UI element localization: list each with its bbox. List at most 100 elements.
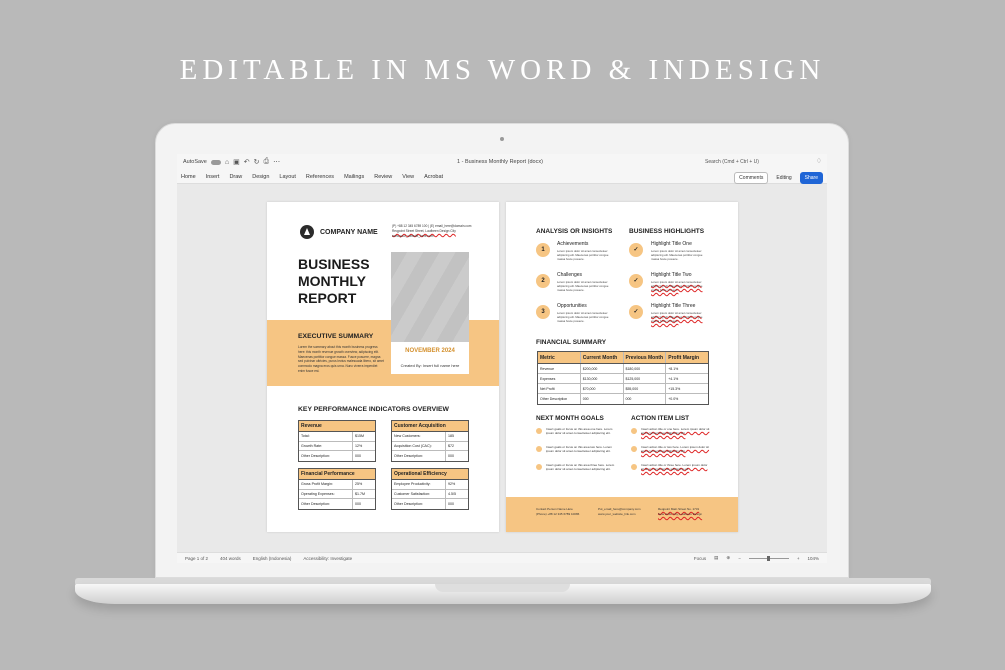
kpi-row: Other Description: 000 (392, 451, 468, 461)
analysis-item-text: Lorem ipsum dolor sit amet consectetuer … (557, 249, 609, 261)
kpi-label: Other Description: (392, 499, 446, 509)
kpi-value: 185 (448, 434, 454, 439)
document-title[interactable]: 1 - Business Monthly Report (docx) (457, 159, 543, 165)
created-by: Created By: Insert full name here (400, 363, 460, 368)
company-logo-icon (300, 225, 314, 239)
highlight-text: Lorem ipsum dolor sit amet consectetuer … (651, 280, 703, 292)
title-line: BUSINESS (298, 256, 370, 272)
tab-home[interactable]: Home (181, 174, 196, 180)
footer-address: Reqpoint Main Street No. 1731 New Hoffe … (658, 507, 702, 517)
tab-design[interactable]: Design (252, 174, 269, 180)
check-icon: ✓ (629, 274, 643, 288)
kpi-row: Customer Satisfaction: 4.5/5 (392, 489, 468, 499)
accessibility-status[interactable]: Accessibility: Investigate (303, 556, 352, 561)
goal-text: Insert goals or focus on this area one h… (546, 427, 613, 435)
table-cell: +4.1% (668, 376, 679, 381)
kpi-row: Gross Profit Margin: 25% (299, 480, 375, 490)
word-count[interactable]: 404 words (220, 556, 241, 561)
tab-mailings[interactable]: Mailings (344, 174, 364, 180)
kpi-value: 4.5/5 (448, 491, 456, 496)
tab-layout[interactable]: Layout (279, 174, 296, 180)
footer-line: New Hoffe City, Laufbeen Design (658, 512, 703, 516)
table-cell: $130,000 (581, 374, 624, 383)
tab-references[interactable]: References (306, 174, 334, 180)
print-icon[interactable]: ⎙ (263, 158, 269, 166)
page-count[interactable]: Page 1 of 2 (185, 556, 208, 561)
document-page-2[interactable]: ANALYSIS OR INSIGHTS BUSINESS HIGHLIGHTS… (506, 202, 738, 532)
kpi-value: $1.7M (355, 491, 365, 496)
save-icon[interactable]: ▣ (233, 158, 240, 166)
more-icon[interactable]: ⋯ (273, 158, 280, 166)
feedback-icon[interactable]: ♢ (816, 157, 822, 165)
zoom-slider[interactable] (748, 555, 789, 561)
zoom-level[interactable]: 104% (807, 556, 819, 561)
image-placeholder (391, 252, 469, 345)
check-icon: ✓ (629, 243, 643, 257)
print-layout-icon[interactable]: ▤ (714, 555, 718, 561)
web-layout-icon[interactable]: ⊕ (726, 555, 730, 561)
autosave-toggle[interactable] (210, 159, 221, 165)
analysis-item-text: Lorem ipsum dolor sit amet consectetuer … (557, 311, 609, 323)
camera-icon (500, 137, 504, 141)
analysis-number: 2 (536, 274, 550, 288)
kpi-label: Acquisition Cost (CAC): (392, 441, 446, 450)
search-input[interactable]: Search (Cmd + Ctrl + U) (705, 159, 759, 165)
financial-table: Metric Current Month Previous Month Prof… (537, 351, 709, 405)
analysis-item-title: Challenges (557, 272, 583, 278)
language[interactable]: English (Indonesia) (253, 556, 292, 561)
comments-button[interactable]: Comments (734, 172, 769, 184)
kpi-value: 92% (448, 482, 456, 487)
table-cell: $55,000 (624, 384, 667, 393)
kpi-value: $72 (448, 443, 454, 448)
kpi-label: Operating Expenses: (299, 489, 353, 498)
kpi-label: Total: (299, 432, 353, 441)
kpi-row: Other Description: 000 (299, 451, 375, 461)
redo-icon[interactable]: ↻ (254, 158, 260, 166)
zoom-in-icon[interactable]: + (797, 556, 800, 561)
action-text: Insert action title or one here. Lorem i… (641, 427, 710, 435)
tab-insert[interactable]: Insert (206, 174, 220, 180)
contact-info: (P) +88 12 345 6789 100 | (E) email_here… (392, 224, 482, 239)
tab-acrobat[interactable]: Acrobat (424, 174, 443, 180)
bullet-icon (631, 464, 637, 470)
executive-summary-text: Lorem the summary about this month busin… (298, 345, 384, 373)
headline: EDITABLE IN MS WORD & INDESIGN (179, 54, 826, 86)
title-line: MONTHLY (298, 273, 366, 289)
tab-draw[interactable]: Draw (229, 174, 242, 180)
table-cell: $200,000 (581, 364, 624, 373)
kpi-title: KEY PERFORMANCE INDICATORS OVERVIEW (298, 406, 449, 413)
table-row: Revenue $200,000 $180,000 +8.1% (538, 364, 708, 374)
document-page-1[interactable]: COMPANY NAME (P) +88 12 345 6789 100 | (… (267, 202, 499, 532)
kpi-row: New Customers: 185 (392, 432, 468, 442)
column-header: Current Month (581, 352, 624, 363)
table-row: Expenses $130,000 $125,000 +4.1% (538, 374, 708, 384)
share-button[interactable]: Share (799, 172, 823, 184)
tab-review[interactable]: Review (374, 174, 392, 180)
kpi-value: 000 (448, 501, 454, 506)
table-cell: +15.3% (668, 386, 681, 391)
financial-summary-title: FINANCIAL SUMMARY (536, 339, 607, 346)
home-icon[interactable]: ⌂ (225, 159, 229, 166)
kpi-label: Customer Satisfaction: (392, 489, 446, 498)
company-name: COMPANY NAME (320, 229, 378, 236)
kpi-header: Financial Performance (299, 469, 375, 480)
kpi-header: Operational Efficiency (392, 469, 468, 480)
next-month-goals-title: NEXT MONTH GOALS (536, 415, 604, 422)
tab-view[interactable]: View (402, 174, 414, 180)
kpi-label: Growth Rate: (299, 441, 353, 450)
table-cell: Revenue (538, 364, 581, 373)
bullet-icon (536, 428, 542, 434)
table-cell: +8.1% (668, 366, 679, 371)
kpi-label: Employee Productivity: (392, 480, 446, 489)
zoom-out-icon[interactable]: − (738, 556, 741, 561)
bullet-icon (536, 446, 542, 452)
kpi-table-financial-performance: Financial Performance Gross Profit Margi… (298, 468, 376, 510)
autosave-label: AutoSave (183, 159, 207, 165)
kpi-row: Total: $15M (299, 432, 375, 442)
kpi-row: Acquisition Cost (CAC): $72 (392, 441, 468, 451)
undo-icon[interactable]: ↶ (244, 158, 250, 166)
editing-button[interactable]: Editing (772, 173, 795, 183)
focus-button[interactable]: Focus (694, 556, 706, 561)
table-row: Other Description 000 000 +0.0% (538, 394, 708, 404)
table-row: Net Profit $70,000 $55,000 +15.3% (538, 384, 708, 394)
